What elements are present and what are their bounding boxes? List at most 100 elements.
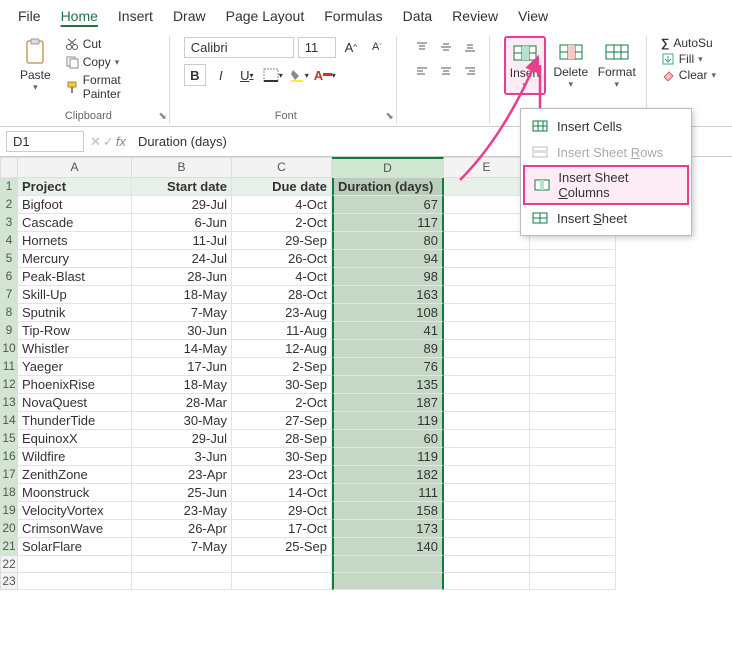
menu-insert-sheet[interactable]: Insert Sheet xyxy=(521,205,691,231)
cell: 76 xyxy=(332,358,444,376)
cell: 94 xyxy=(332,250,444,268)
row-header[interactable]: 19 xyxy=(0,502,18,520)
cell: 158 xyxy=(332,502,444,520)
cell: 23-Apr xyxy=(132,466,232,484)
cell: 30-Sep xyxy=(232,448,332,466)
decrease-font-icon[interactable]: Aˇ xyxy=(366,36,388,58)
row-header[interactable]: 9 xyxy=(0,322,18,340)
cell: 12-Aug xyxy=(232,340,332,358)
cell: 67 xyxy=(332,196,444,214)
align-bottom-button[interactable] xyxy=(459,36,481,58)
tab-home[interactable]: Home xyxy=(51,4,108,28)
align-top-button[interactable] xyxy=(411,36,433,58)
cut-label: Cut xyxy=(83,37,102,51)
row-header[interactable]: 16 xyxy=(0,448,18,466)
column-header-C[interactable]: C xyxy=(232,157,332,178)
row-header[interactable]: 7 xyxy=(0,286,18,304)
row-header[interactable]: 18 xyxy=(0,484,18,502)
insert-button[interactable]: Insert ▾ xyxy=(504,36,546,95)
row-header[interactable]: 6 xyxy=(0,268,18,286)
row-header[interactable]: 20 xyxy=(0,520,18,538)
column-header-A[interactable]: A xyxy=(18,157,132,178)
row-header[interactable]: 4 xyxy=(0,232,18,250)
cell: 28-Jun xyxy=(132,268,232,286)
menu-insert-columns[interactable]: Insert Sheet Columns xyxy=(523,165,689,205)
paste-button[interactable]: Paste ▾ xyxy=(16,36,55,110)
row-header[interactable]: 1 xyxy=(0,178,18,196)
fx-icon[interactable]: fx xyxy=(116,134,126,149)
row-header[interactable]: 8 xyxy=(0,304,18,322)
row-header[interactable]: 3 xyxy=(0,214,18,232)
autosum-button[interactable]: ∑ AutoSu xyxy=(661,36,716,50)
row-header[interactable]: 15 xyxy=(0,430,18,448)
tab-data[interactable]: Data xyxy=(393,4,443,28)
cell-header: Project xyxy=(18,178,132,196)
format-painter-button[interactable]: Format Painter xyxy=(63,72,161,102)
insert-label: Insert xyxy=(510,66,540,80)
cut-button[interactable]: Cut xyxy=(63,36,161,52)
cell xyxy=(444,196,530,214)
borders-button[interactable]: ▾ xyxy=(262,64,284,86)
row-header[interactable]: 5 xyxy=(0,250,18,268)
name-box[interactable]: D1 xyxy=(6,131,84,152)
italic-button[interactable]: I xyxy=(210,64,232,86)
cell xyxy=(530,556,616,573)
select-all-corner[interactable] xyxy=(0,157,18,178)
tab-file[interactable]: File xyxy=(8,4,51,28)
cell: 26-Oct xyxy=(232,250,332,268)
bold-button[interactable]: B xyxy=(184,64,206,86)
row-header[interactable]: 14 xyxy=(0,412,18,430)
column-header-B[interactable]: B xyxy=(132,157,232,178)
underline-button[interactable]: U▾ xyxy=(236,64,258,86)
enter-formula-icon[interactable]: ✓ xyxy=(103,134,114,150)
row-header[interactable]: 17 xyxy=(0,466,18,484)
row-header[interactable]: 10 xyxy=(0,340,18,358)
cell: Yaeger xyxy=(18,358,132,376)
font-size-select[interactable]: 11 xyxy=(298,37,336,58)
row-header[interactable]: 2 xyxy=(0,196,18,214)
menu-insert-cells[interactable]: Insert Cells xyxy=(521,113,691,139)
delete-button[interactable]: Delete ▾ xyxy=(550,36,592,95)
row-header[interactable]: 21 xyxy=(0,538,18,556)
increase-font-icon[interactable]: A^ xyxy=(340,36,362,58)
dialog-launcher-icon[interactable]: ⬊ xyxy=(385,111,393,122)
cell: Mercury xyxy=(18,250,132,268)
tab-insert[interactable]: Insert xyxy=(108,4,163,28)
cell: Peak-Blast xyxy=(18,268,132,286)
cell xyxy=(530,430,616,448)
cell: 60 xyxy=(332,430,444,448)
font-name-select[interactable]: Calibri xyxy=(184,37,294,58)
paste-label: Paste xyxy=(20,68,51,82)
column-header-D[interactable]: D xyxy=(332,157,444,178)
cancel-formula-icon[interactable]: ✕ xyxy=(90,134,101,150)
cell: Wildfire xyxy=(18,448,132,466)
cell: 119 xyxy=(332,412,444,430)
tab-view[interactable]: View xyxy=(508,4,558,28)
dialog-launcher-icon[interactable]: ⬊ xyxy=(158,111,166,122)
row-header[interactable]: 12 xyxy=(0,376,18,394)
align-right-button[interactable] xyxy=(459,60,481,82)
fill-color-button[interactable]: ▾ xyxy=(288,64,310,86)
fill-button[interactable]: Fill▾ xyxy=(661,52,716,66)
clear-button[interactable]: Clear▾ xyxy=(661,68,716,82)
group-label-font: Font xyxy=(275,110,297,124)
align-middle-button[interactable] xyxy=(435,36,457,58)
cell: 2-Oct xyxy=(232,214,332,232)
column-header-E[interactable]: E xyxy=(444,157,530,178)
cell: 23-May xyxy=(132,502,232,520)
font-color-button[interactable]: A▾ xyxy=(314,64,336,86)
row-header[interactable]: 13 xyxy=(0,394,18,412)
cell-header: Start date xyxy=(132,178,232,196)
align-center-button[interactable] xyxy=(435,60,457,82)
format-button[interactable]: Format ▾ xyxy=(596,36,638,95)
tab-review[interactable]: Review xyxy=(442,4,508,28)
copy-button[interactable]: Copy ▾ xyxy=(63,54,161,70)
tab-draw[interactable]: Draw xyxy=(163,4,216,28)
cell xyxy=(444,268,530,286)
row-header[interactable]: 23 xyxy=(0,573,18,590)
row-header[interactable]: 22 xyxy=(0,556,18,573)
align-left-button[interactable] xyxy=(411,60,433,82)
row-header[interactable]: 11 xyxy=(0,358,18,376)
tab-formulas[interactable]: Formulas xyxy=(314,4,392,28)
tab-page-layout[interactable]: Page Layout xyxy=(216,4,315,28)
